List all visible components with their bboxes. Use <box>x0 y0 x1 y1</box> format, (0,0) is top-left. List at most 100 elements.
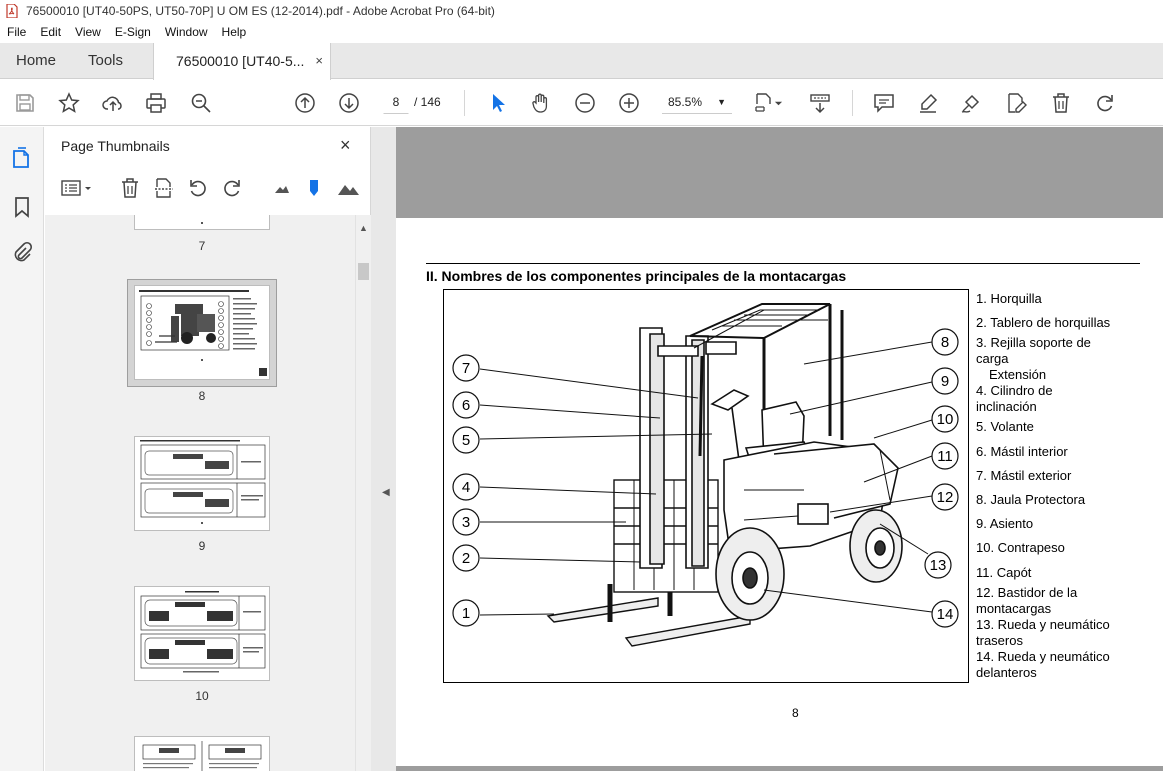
print-icon[interactable] <box>144 91 168 115</box>
part-item: 5. Volante <box>976 419 1034 434</box>
thumbnail-page-10[interactable] <box>134 586 270 681</box>
heading-rule <box>426 263 1140 264</box>
tab-close-button[interactable]: × <box>315 43 323 79</box>
scroll-mode-icon[interactable] <box>808 91 832 115</box>
menu-bar: File Edit View E-Sign Window Help <box>0 22 1163 42</box>
callout-4: 4 <box>462 479 470 496</box>
page-fit-chevron-icon[interactable] <box>772 91 784 115</box>
callout-10: 10 <box>937 411 954 428</box>
part-item: 12. Bastidor de la <box>976 585 1078 600</box>
panel-title: Page Thumbnails <box>61 138 170 154</box>
comment-icon[interactable] <box>872 91 896 115</box>
callout-8: 8 <box>941 334 949 351</box>
thumbnail-page-7[interactable] <box>134 215 270 230</box>
total-pages: / 146 <box>414 95 441 109</box>
part-item: 9. Asiento <box>976 516 1034 531</box>
select-cursor-icon[interactable] <box>486 91 510 115</box>
part-item: Extensión <box>989 367 1047 382</box>
zoom-level-value: 85.5% <box>668 95 703 109</box>
current-page-input[interactable]: 8 <box>383 90 409 114</box>
menu-edit[interactable]: Edit <box>33 25 68 39</box>
main-toolbar: 8 / 146 85.5% ▼ <box>0 80 1163 126</box>
panel-close-button[interactable]: × <box>340 135 351 156</box>
thumbnail-label: 9 <box>198 539 206 553</box>
part-item: 8. Jaula Protectora <box>976 492 1086 507</box>
thumbnail-options-icon[interactable] <box>59 177 95 199</box>
zoom-level-dropdown[interactable]: 85.5% ▼ <box>662 90 732 114</box>
thumbnail-size-large-icon[interactable] <box>337 177 359 199</box>
thumbnail-page-11[interactable] <box>134 736 270 771</box>
edit-pdf-icon[interactable] <box>1004 91 1028 115</box>
scrollbar-thumb[interactable] <box>358 263 369 280</box>
extract-pages-icon[interactable] <box>153 177 175 199</box>
next-page-icon[interactable] <box>337 91 361 115</box>
menu-file[interactable]: File <box>0 25 33 39</box>
callout-1: 1 <box>462 605 470 622</box>
thumbnail-page-9[interactable] <box>134 436 270 531</box>
tab-document[interactable]: 76500010 [UT40-5... × <box>153 43 331 80</box>
scroll-up-icon[interactable]: ▲ <box>359 223 368 233</box>
thumbnail-label: 8 <box>198 389 206 403</box>
thumbnail-label: 10 <box>195 689 209 703</box>
tab-home[interactable]: Home <box>16 43 56 79</box>
callout-9: 9 <box>941 373 949 390</box>
tab-row: Home Tools 76500010 [UT40-5... × <box>0 43 1163 80</box>
part-item: carga <box>976 351 1009 366</box>
zoom-out-icon[interactable] <box>573 91 597 115</box>
page-thumbnails-icon[interactable] <box>10 147 34 171</box>
acrobat-window: 76500010 [UT40-50PS, UT50-70P] U OM ES (… <box>0 0 1163 771</box>
pdf-file-icon <box>6 4 18 18</box>
part-item: 10. Contrapeso <box>976 540 1065 555</box>
sign-pen-icon[interactable] <box>959 91 983 115</box>
delete-pages-icon[interactable] <box>119 177 141 199</box>
thumbnail-scrollbar[interactable]: ▲ <box>355 215 371 771</box>
menu-view[interactable]: View <box>68 25 108 39</box>
menu-window[interactable]: Window <box>158 25 215 39</box>
menu-esign[interactable]: E-Sign <box>108 25 158 39</box>
part-item: 3. Rejilla soporte de <box>976 335 1091 350</box>
cloud-upload-icon[interactable] <box>101 91 125 115</box>
previous-page-icon[interactable] <box>293 91 317 115</box>
document-view[interactable]: II. Nombres de los componentes principal… <box>396 127 1163 771</box>
rotate-page-icon[interactable] <box>1093 91 1117 115</box>
zoom-search-icon[interactable] <box>189 91 213 115</box>
thumbnail-label: 7 <box>198 239 206 253</box>
tab-tools[interactable]: Tools <box>88 43 123 79</box>
collapse-panel-icon[interactable]: ◀ <box>382 487 390 498</box>
page-footer-number: 8 <box>792 706 799 720</box>
part-item: 13. Rueda y neumático <box>976 617 1110 632</box>
rotate-clockwise-icon[interactable] <box>221 177 243 199</box>
title-bar: 76500010 [UT40-50PS, UT50-70P] U OM ES (… <box>0 0 1163 22</box>
thumbnail-page-8[interactable] <box>134 285 270 380</box>
part-item: 4. Cilindro de <box>976 383 1053 398</box>
chevron-down-icon: ▼ <box>717 97 726 107</box>
callout-13: 13 <box>930 557 947 574</box>
pdf-page: II. Nombres de los componentes principal… <box>396 218 1163 766</box>
bookmark-icon[interactable] <box>10 195 34 219</box>
window-title: 76500010 [UT40-50PS, UT50-70P] U OM ES (… <box>26 4 495 18</box>
bookmark-star-icon[interactable] <box>57 91 81 115</box>
part-item: inclinación <box>976 399 1037 414</box>
rotate-counterclockwise-icon[interactable] <box>187 177 209 199</box>
thumbnail-list: 7 8 9 10 <box>45 215 355 771</box>
thumbnail-size-small-icon[interactable] <box>271 177 293 199</box>
hand-tool-icon[interactable] <box>529 91 553 115</box>
forklift-illustration: 1 2 3 4 5 6 7 8 9 10 11 12 13 14 <box>452 303 959 647</box>
panel-collapse-gutter[interactable]: ◀ <box>371 127 396 771</box>
callout-12: 12 <box>937 489 954 506</box>
tab-document-label: 76500010 [UT40-5... <box>176 53 305 69</box>
menu-help[interactable]: Help <box>215 25 254 39</box>
attachment-icon[interactable] <box>10 241 34 265</box>
part-item: 6. Mástil interior <box>976 444 1068 459</box>
part-item: traseros <box>976 633 1023 648</box>
zoom-in-icon[interactable] <box>617 91 641 115</box>
highlight-pen-icon[interactable] <box>916 91 940 115</box>
thumbnail-size-slider-icon[interactable] <box>303 177 325 199</box>
part-item: delanteros <box>976 665 1037 680</box>
callout-3: 3 <box>462 514 470 531</box>
delete-page-icon[interactable] <box>1049 91 1073 115</box>
callout-11: 11 <box>937 448 953 465</box>
part-item: 14. Rueda y neumático <box>976 649 1110 664</box>
part-item: 2. Tablero de horquillas <box>976 315 1111 330</box>
save-icon[interactable] <box>13 91 37 115</box>
